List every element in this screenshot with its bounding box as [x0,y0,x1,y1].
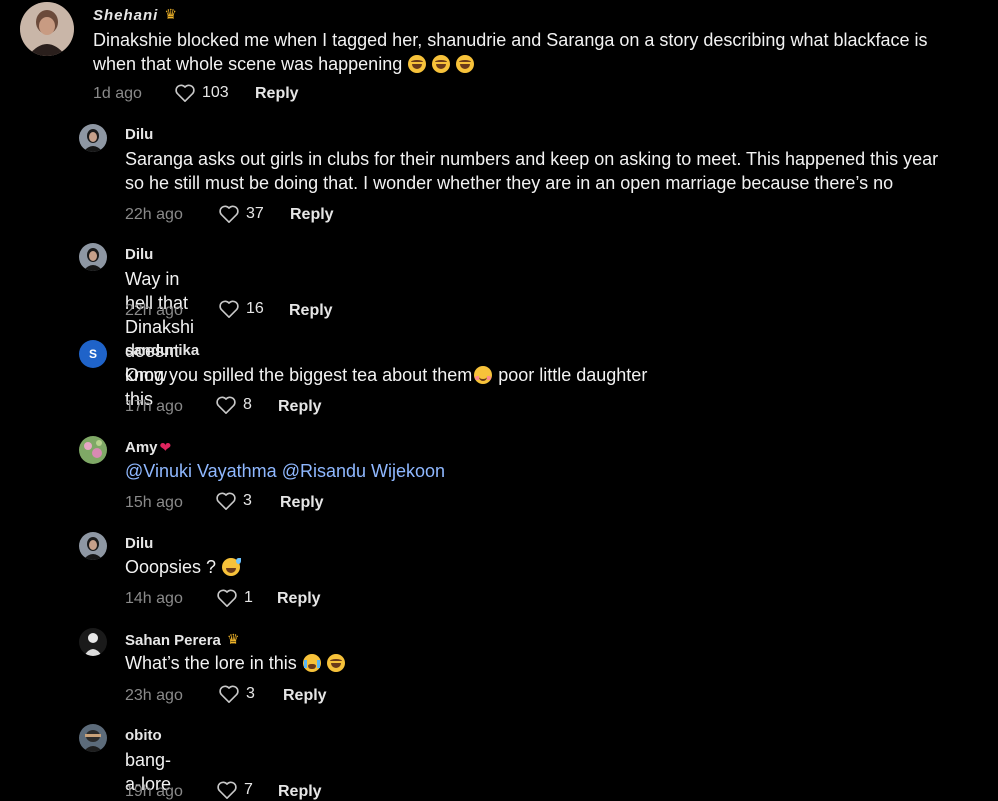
comment-text: Omg you spilled the biggest tea about th… [125,365,648,385]
heart-outline-icon [216,396,236,414]
timestamp: 23h ago [125,687,183,704]
like-button[interactable]: 16 [218,299,264,319]
like-count: 3 [246,685,255,702]
avatar[interactable] [20,2,74,56]
timestamp: 22h ago [125,206,183,223]
timestamp: 17h ago [125,398,183,415]
mention-link[interactable]: @Vinuki Vayathma [125,461,277,481]
comment-text: Ooopsies ? [125,555,242,579]
heart-outline-icon [216,492,236,510]
like-count: 16 [246,300,264,317]
username[interactable]: Dilu [125,126,153,143]
crown-icon: ♛ [164,6,178,22]
crown-icon: ♛ [226,631,240,647]
crying-laughing-emoji-icon [302,654,321,672]
comment-text: @Vinuki Vayathma @Risandu Wijekoon [125,459,445,483]
comment-text: Way in hell that Dinakshi doesnt know th… [125,269,195,409]
heart-outline-icon [217,589,237,607]
avatar[interactable] [79,628,107,656]
reply-button[interactable]: Reply [278,398,322,416]
heart-outline-icon [219,300,239,318]
like-button[interactable]: 3 [218,684,255,704]
laughing-emoji-icon [326,654,345,672]
username[interactable]: Sahan Perera ♛ [125,631,239,649]
heart-outline-icon [175,84,195,102]
timestamp: 19h ago [125,783,183,800]
username[interactable]: sandunika [125,342,199,359]
username[interactable]: Amy ❤ [125,439,171,456]
like-count: 1 [244,589,253,606]
reply-button[interactable]: Reply [278,783,322,801]
like-count: 103 [202,84,229,101]
reply-button[interactable]: Reply [289,302,333,320]
like-count: 8 [243,396,252,413]
heart-outline-icon [219,205,239,223]
grinning-sweat-emoji-icon [222,558,242,576]
like-button[interactable]: 37 [218,204,264,224]
like-count: 3 [243,492,252,509]
like-button[interactable]: 1 [216,588,253,608]
laughing-emoji-icon [408,55,427,73]
heart-outline-icon [219,685,239,703]
avatar[interactable] [79,243,107,271]
timestamp: 14h ago [125,590,183,607]
username[interactable]: Shehani ♛ [93,6,178,24]
like-button[interactable]: 3 [215,491,252,511]
username[interactable]: obito [125,727,162,744]
timestamp: 1d ago [93,85,142,102]
username[interactable]: Dilu [125,246,153,263]
laughing-emoji-icon [456,55,475,73]
comment-text: What’s the lore in this [125,651,345,675]
like-button[interactable]: 8 [215,395,252,415]
like-count: 7 [244,781,253,798]
heart-outline-icon [217,781,237,799]
reply-button[interactable]: Reply [283,687,327,705]
laughing-emoji-icon [432,55,451,73]
like-button[interactable]: 7 [216,780,253,800]
avatar[interactable] [79,724,107,752]
mention-link[interactable]: @Risandu Wijekoon [282,461,445,481]
shy-emoji-icon [474,366,493,384]
reply-button[interactable]: Reply [277,590,321,608]
red-heart-icon: ❤ [159,439,172,455]
like-count: 37 [246,205,264,222]
username[interactable]: Dilu [125,535,153,552]
timestamp: 15h ago [125,494,183,511]
timestamp: 22h ago [125,302,183,319]
comment-text: Dinakshie blocked me when I tagged her, … [93,30,928,74]
avatar[interactable] [79,124,107,152]
reply-button[interactable]: Reply [255,85,299,103]
avatar[interactable] [79,436,107,464]
avatar[interactable] [79,532,107,560]
like-button[interactable]: 103 [174,83,229,103]
reply-button[interactable]: Reply [280,494,324,512]
avatar[interactable]: S [79,340,107,368]
reply-button[interactable]: Reply [290,206,334,224]
comment-text: Saranga asks out girls in clubs for thei… [125,149,939,193]
